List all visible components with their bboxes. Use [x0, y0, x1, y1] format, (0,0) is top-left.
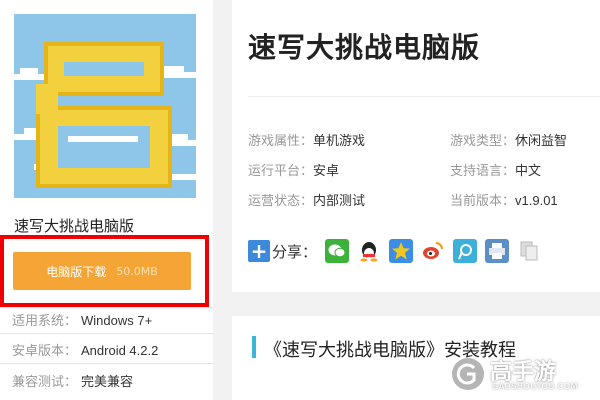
weibo-icon[interactable] — [421, 239, 446, 263]
divider — [0, 307, 213, 308]
app-summary-card: 速写大挑战电脑版 电脑版下载 50.0MB 适用系统： Windows 7+ 安卓… — [0, 0, 213, 400]
tencent-weibo-icon[interactable] — [453, 239, 478, 263]
attr-version: 当前版本：v1.9.01 — [450, 193, 558, 208]
share-label: 分享： — [272, 242, 318, 261]
attr-status: 运营状态：内部测试 — [248, 193, 366, 208]
pc-download-button[interactable]: 电脑版下载 50.0MB — [13, 252, 191, 290]
meta-os: 适用系统： Windows 7+ — [12, 313, 153, 328]
qq-icon[interactable] — [357, 239, 382, 263]
qzone-icon[interactable] — [389, 239, 414, 263]
divider — [248, 96, 600, 97]
meta-compat: 兼容测试： 完美兼容 — [12, 374, 134, 389]
divider — [0, 333, 213, 334]
plus-icon[interactable]: + — [248, 240, 270, 262]
page-title: 速写大挑战电脑版 — [248, 32, 481, 63]
attr-game-type: 游戏类型：休闲益智 — [450, 133, 568, 148]
attr-game-property: 游戏属性：单机游戏 — [248, 133, 366, 148]
share-bar: + 分享： — [248, 236, 549, 266]
print-icon[interactable] — [485, 239, 510, 263]
download-label: 电脑版下载 — [46, 264, 107, 279]
game-info-card: 速写大挑战电脑版 游戏属性：单机游戏 游戏类型：休闲益智 运行平台：安卓 支持语… — [232, 0, 600, 292]
attr-language: 支持语言：中文 — [450, 163, 542, 178]
divider — [0, 363, 213, 364]
app-name: 速写大挑战电脑版 — [14, 218, 135, 235]
copy-icon[interactable] — [517, 239, 542, 263]
wechat-icon[interactable] — [325, 239, 350, 263]
attr-platform: 运行平台：安卓 — [248, 163, 340, 178]
app-icon[interactable] — [14, 14, 196, 198]
watermark: 高手游 GAOSHOUYOU.COM — [452, 354, 592, 396]
watermark-logo-icon — [452, 358, 484, 390]
watermark-url: GAOSHOUYOU.COM — [492, 382, 579, 391]
meta-android-version: 安卓版本： Android 4.2.2 — [12, 343, 159, 358]
download-size: 50.0MB — [116, 264, 158, 278]
section-accent-bar — [252, 336, 256, 358]
